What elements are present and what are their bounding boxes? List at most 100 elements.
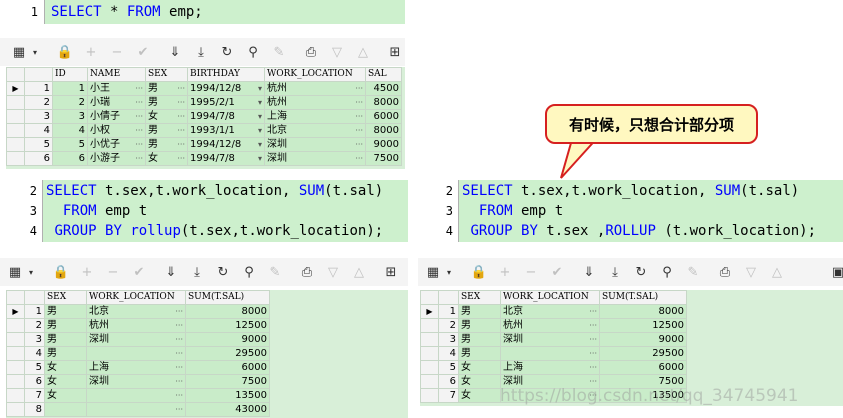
table-row[interactable]: ▶ 1 男北京 ··· 8000 <box>420 304 687 319</box>
cell-sum-sal[interactable]: 7500 <box>185 374 270 389</box>
last-page-icon[interactable]: ⤓ <box>606 263 624 281</box>
cell-name[interactable]: 小权 ··· <box>87 123 146 138</box>
ellipsis-icon[interactable]: ··· <box>175 348 183 360</box>
ellipsis-icon[interactable]: ··· <box>175 334 183 346</box>
cell-sum-sal[interactable]: 9000 <box>599 332 687 347</box>
cell-work-location[interactable]: 北京 ··· <box>500 304 600 319</box>
cell-work-location[interactable]: ··· <box>86 388 186 403</box>
cell-work-location[interactable]: 北京 ··· <box>86 304 186 319</box>
find-binoculars-icon[interactable]: ⚲ <box>658 263 676 281</box>
find-binoculars-icon[interactable]: ⚲ <box>240 263 258 281</box>
cell-sum-sal[interactable]: 13500 <box>185 388 270 403</box>
cell-work-location[interactable]: 深圳 ··· <box>500 332 600 347</box>
add-row-icon[interactable]: + <box>496 263 514 281</box>
ellipsis-icon[interactable]: ··· <box>355 153 363 165</box>
cell-sex[interactable]: 男 <box>44 346 87 361</box>
cell-sal[interactable]: 7500 <box>365 151 402 166</box>
ellipsis-icon[interactable]: ··· <box>355 83 363 95</box>
ellipsis-icon[interactable]: ··· <box>589 306 597 318</box>
cell-name[interactable]: 小优子 ··· <box>87 137 146 152</box>
column-header-work-location[interactable]: WORK_LOCATION <box>264 67 366 82</box>
ellipsis-icon[interactable]: ··· <box>177 83 185 95</box>
ellipsis-icon[interactable]: ··· <box>175 376 183 388</box>
ellipsis-icon[interactable]: ··· <box>177 111 185 123</box>
date-dropdown-icon[interactable]: ▾ <box>258 111 262 123</box>
next-page-icon[interactable]: ⇓ <box>162 263 180 281</box>
column-header-sex[interactable]: SEX <box>44 290 87 305</box>
cell-birthday[interactable]: 1994/12/8 ▾ <box>187 137 265 152</box>
cell-sex[interactable]: 男 <box>44 318 87 333</box>
ellipsis-icon[interactable]: ··· <box>175 306 183 318</box>
cell-sex[interactable]: 男 ··· <box>145 123 188 138</box>
cell-sex[interactable]: 女 <box>458 374 501 389</box>
ellipsis-icon[interactable]: ··· <box>589 320 597 332</box>
export-icon[interactable]: ⎙ <box>298 263 316 281</box>
last-page-icon[interactable]: ⤓ <box>188 263 206 281</box>
cell-sex[interactable]: 女 <box>458 388 501 403</box>
column-header-sex[interactable]: SEX <box>458 290 501 305</box>
cell-sum-sal[interactable]: 12500 <box>599 318 687 333</box>
table-row[interactable]: 7 女 ··· 13500 <box>6 388 270 403</box>
cell-sex[interactable]: 女 ··· <box>145 109 188 124</box>
cell-sum-sal[interactable]: 29500 <box>599 346 687 361</box>
next-page-icon[interactable]: ⇓ <box>580 263 598 281</box>
table-row[interactable]: 5 5 小优子 ··· 男 ··· 1994/12/8 ▾ 深圳 ··· 9000 <box>6 137 402 152</box>
cell-birthday[interactable]: 1994/12/8 ▾ <box>187 81 265 96</box>
ellipsis-icon[interactable]: ··· <box>355 125 363 137</box>
cell-id[interactable]: 1 <box>52 81 88 96</box>
ellipsis-icon[interactable]: ··· <box>175 320 183 332</box>
ellipsis-icon[interactable]: ··· <box>589 348 597 360</box>
sort-desc-icon[interactable]: ▽ <box>742 263 760 281</box>
code-line[interactable]: FROM emp t <box>46 201 147 221</box>
table-row[interactable]: 2 男杭州 ··· 12500 <box>420 318 687 333</box>
cell-work-location[interactable]: 深圳 ··· <box>86 374 186 389</box>
query-by-example-icon[interactable]: ⊞ <box>382 263 400 281</box>
code-line[interactable]: GROUP BY rollup(t.sex,t.work_location); <box>46 221 383 241</box>
table-row[interactable]: 5 女上海 ··· 6000 <box>6 360 270 375</box>
date-dropdown-icon[interactable]: ▾ <box>258 139 262 151</box>
cell-sal[interactable]: 9000 <box>365 137 402 152</box>
clear-icon[interactable]: ✎ <box>684 263 702 281</box>
column-header-name[interactable]: NAME <box>87 67 146 82</box>
date-dropdown-icon[interactable]: ▾ <box>258 97 262 109</box>
cell-birthday[interactable]: 1993/1/1 ▾ <box>187 123 265 138</box>
dropdown-arrow-icon[interactable]: ▾ <box>440 263 458 281</box>
sql-editor-2[interactable]: 2 SELECT t.sex,t.work_location, SUM(t.sal… <box>0 180 408 242</box>
cell-sex[interactable] <box>44 402 87 417</box>
table-row[interactable]: 2 2 小瑞 ··· 男 ··· 1995/2/1 ▾ 杭州 ··· 8000 <box>6 95 402 110</box>
query-by-example-icon[interactable]: ⊞ <box>386 43 404 61</box>
table-row[interactable]: 4 男 ··· 29500 <box>6 346 270 361</box>
cell-sex[interactable]: 男 ··· <box>145 95 188 110</box>
cell-work-location[interactable]: 杭州 ··· <box>264 81 366 96</box>
next-page-icon[interactable]: ⇓ <box>166 43 184 61</box>
ellipsis-icon[interactable]: ··· <box>177 153 185 165</box>
table-row[interactable]: 6 女深圳 ··· 7500 <box>6 374 270 389</box>
lock-icon[interactable]: 🔒 <box>52 263 70 281</box>
ellipsis-icon[interactable]: ··· <box>355 111 363 123</box>
ellipsis-icon[interactable]: ··· <box>135 111 143 123</box>
cell-work-location[interactable]: 杭州 ··· <box>264 95 366 110</box>
cell-sex[interactable]: 男 <box>458 318 501 333</box>
cell-sal[interactable]: 4500 <box>365 81 402 96</box>
post-changes-icon[interactable]: ✔ <box>548 263 566 281</box>
ellipsis-icon[interactable]: ··· <box>135 139 143 151</box>
cell-birthday[interactable]: 1994/7/8 ▾ <box>187 151 265 166</box>
post-changes-icon[interactable]: ✔ <box>134 43 152 61</box>
delete-row-icon[interactable]: − <box>108 43 126 61</box>
save-icon[interactable]: ▣ <box>829 263 843 281</box>
cell-sal[interactable]: 6000 <box>365 109 402 124</box>
table-row[interactable]: 8 ··· 43000 <box>6 402 270 417</box>
cell-birthday[interactable]: 1995/2/1 ▾ <box>187 95 265 110</box>
cell-id[interactable]: 4 <box>52 123 88 138</box>
date-dropdown-icon[interactable]: ▾ <box>258 153 262 165</box>
sort-asc-icon[interactable]: △ <box>768 263 786 281</box>
table-row[interactable]: 5 女上海 ··· 6000 <box>420 360 687 375</box>
cell-id[interactable]: 2 <box>52 95 88 110</box>
cell-work-location[interactable]: 深圳 ··· <box>264 151 366 166</box>
cell-sum-sal[interactable]: 8000 <box>185 304 270 319</box>
cell-sex[interactable]: 男 <box>458 304 501 319</box>
delete-row-icon[interactable]: − <box>104 263 122 281</box>
delete-row-icon[interactable]: − <box>522 263 540 281</box>
find-binoculars-icon[interactable]: ⚲ <box>244 43 262 61</box>
sort-desc-icon[interactable]: ▽ <box>328 43 346 61</box>
